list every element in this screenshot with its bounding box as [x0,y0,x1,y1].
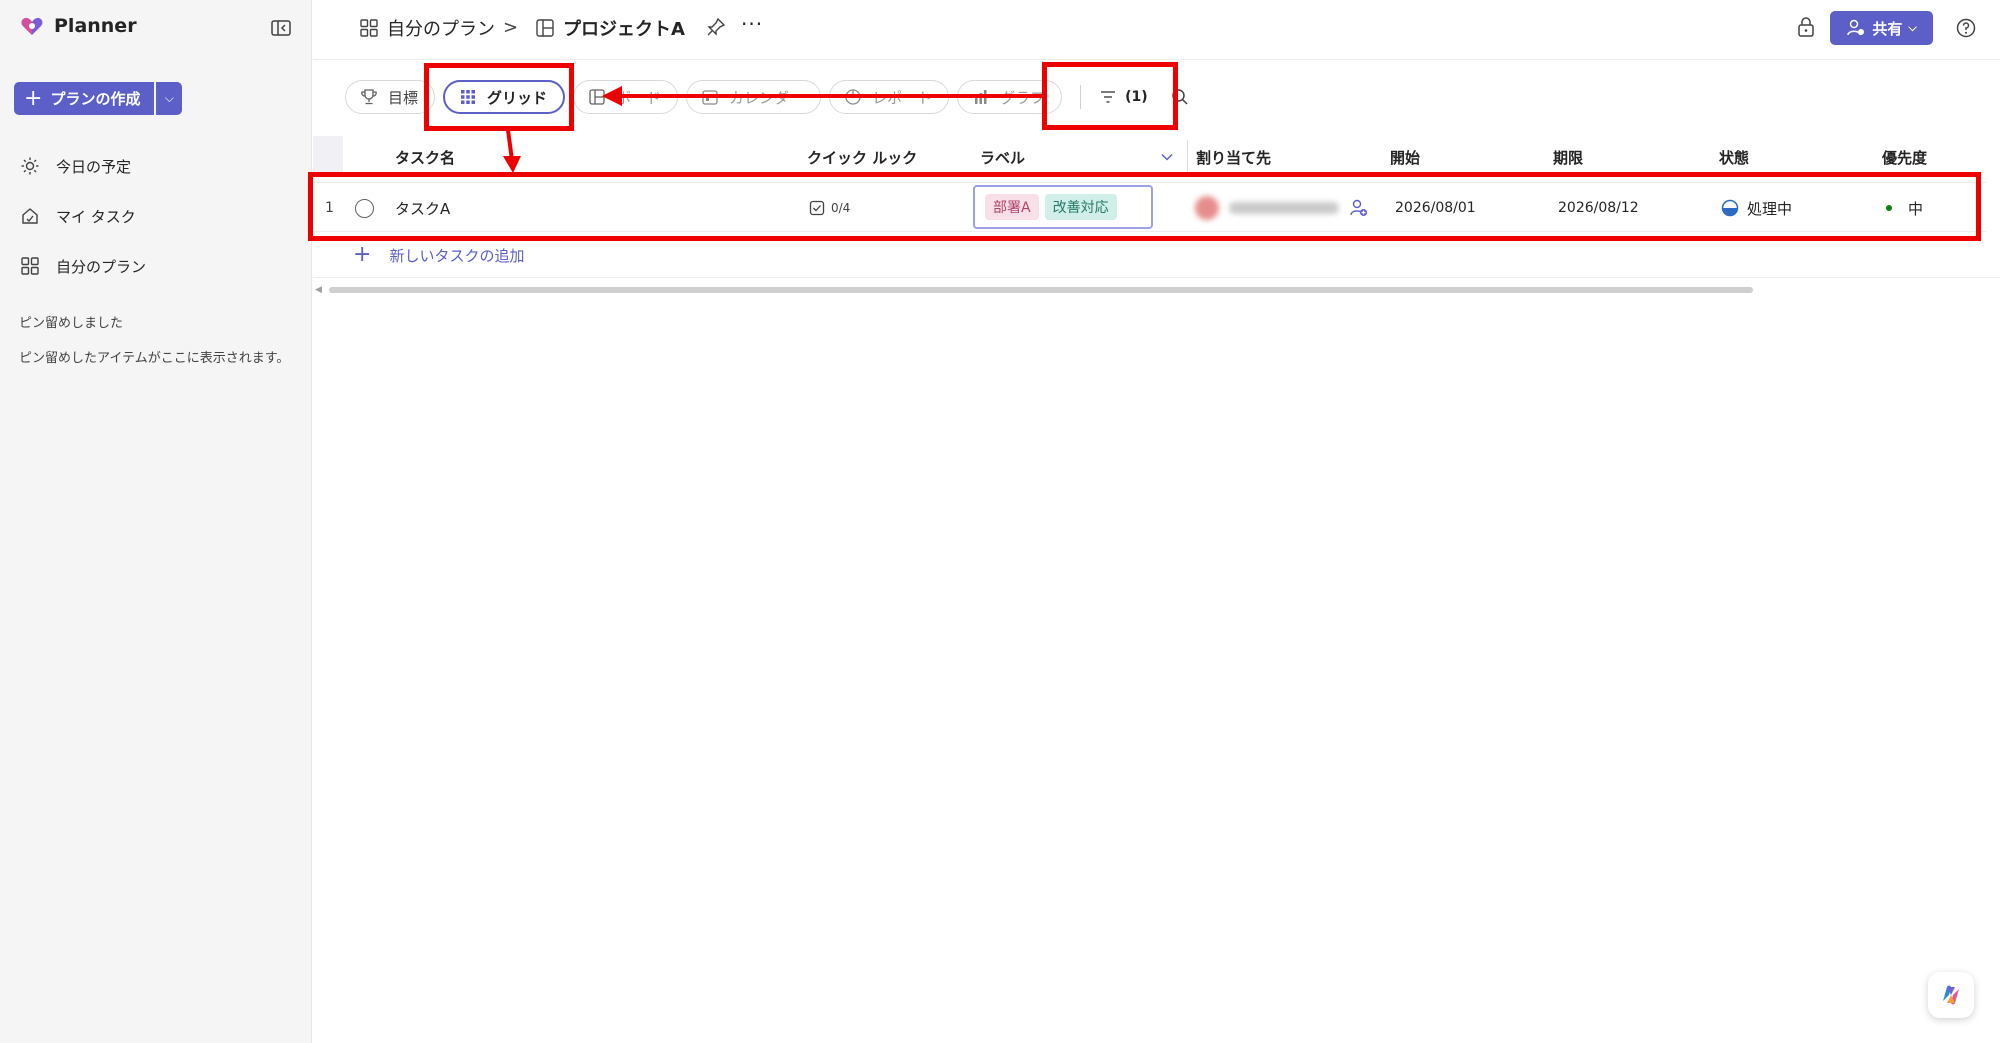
column-header-status[interactable]: 状態 [1719,147,1749,168]
share-label: 共有 [1872,19,1903,38]
column-header-quick-look[interactable]: クイック ルック [807,147,917,168]
annotation-box-grid-tab [424,63,574,131]
annotation-box-filter [1042,62,1178,130]
create-plan-button[interactable]: + プランの作成 [14,82,155,115]
breadcrumb-project[interactable]: プロジェクトA [535,15,685,41]
tab-goals[interactable]: 目標 [345,80,436,114]
annotation-box-task-row [308,172,1981,241]
grid-corner [313,136,343,176]
sidebar-item-label: マイ タスク [56,207,136,226]
app-name: Planner [54,15,137,37]
pin-icon[interactable] [706,17,726,37]
column-header-priority[interactable]: 優先度 [1882,147,1927,168]
pinned-section-title: ピン留めしました [19,316,124,331]
breadcrumb-separator: > [503,17,519,38]
tab-label: 目標 [388,88,419,107]
column-divider [1187,140,1188,174]
help-icon[interactable] [1955,17,1977,39]
planner-logo-icon [21,18,43,35]
column-header-task-name[interactable]: タスク名 [395,147,455,168]
add-task-button[interactable]: + 新しいタスクの追加 [353,244,524,266]
share-button[interactable]: 共有 ⌵ [1830,11,1933,45]
app-logo[interactable]: Planner [20,14,137,38]
horizontal-scrollbar[interactable]: ◀ [313,284,2000,296]
grid-header: タスク名 クイック ルック ラベル 割り当て先 開始 期限 状態 優先度 [313,136,2000,176]
sidebar-item-label: 今日の予定 [56,157,132,176]
home-icon [22,208,38,224]
annotation-arrow-down-icon [503,130,521,173]
annotation-arrow-line [616,94,1042,98]
column-header-start[interactable]: 開始 [1390,147,1420,168]
header: 自分のプラン > プロジェクトA ··· 共有 ⌵ [313,0,2000,60]
scrollbar-thumb[interactable] [329,287,1753,293]
copilot-button[interactable] [1928,972,1974,1018]
sidebar: Planner + プランの作成 ⌵ 今日の予定 マイ タスク 自分のプラン ピ… [0,0,312,1043]
sun-icon [21,157,39,175]
more-options-icon[interactable]: ··· [741,12,763,36]
share-person-icon [1847,19,1865,36]
breadcrumb-label: 自分のプラン [387,19,495,40]
board-icon [536,19,554,37]
annotation-arrowhead-left-icon [602,86,622,106]
scroll-left-icon[interactable]: ◀ [315,285,322,295]
create-plan-button-group: + プランの作成 ⌵ [14,82,183,115]
chevron-down-icon: ⌵ [1908,21,1917,34]
sidebar-item-today[interactable]: 今日の予定 [20,151,131,181]
collapse-sidebar-icon[interactable] [270,17,292,39]
sidebar-item-my-plans[interactable]: 自分のプラン [20,251,146,281]
plus-icon: + [353,242,372,267]
sidebar-item-label: 自分のプラン [56,257,147,276]
column-header-assignee[interactable]: 割り当て先 [1196,147,1271,168]
trophy-icon [361,89,377,105]
column-header-due[interactable]: 期限 [1553,147,1583,168]
pinned-section-description: ピン留めしたアイテムがここに表示されます。 [19,351,290,366]
create-plan-label: プランの作成 [50,90,141,108]
grid-icon [360,19,378,37]
chevron-down-icon: ⌵ [164,91,174,105]
grid-divider [313,277,2000,278]
create-plan-dropdown-button[interactable]: ⌵ [156,82,183,115]
sidebar-item-my-tasks[interactable]: マイ タスク [20,201,136,231]
project-title: プロジェクトA [563,19,685,40]
grid-icon [21,257,39,275]
add-task-label: 新しいタスクの追加 [389,246,525,265]
copilot-icon [1943,985,1959,1005]
chevron-down-icon[interactable] [1160,150,1174,164]
breadcrumb-my-plans[interactable]: 自分のプラン [359,15,495,41]
lock-icon[interactable] [1796,16,1816,38]
column-header-labels[interactable]: ラベル [980,147,1025,168]
plus-icon: + [24,85,43,111]
planner-app: Planner + プランの作成 ⌵ 今日の予定 マイ タスク 自分のプラン ピ… [0,0,2000,1043]
